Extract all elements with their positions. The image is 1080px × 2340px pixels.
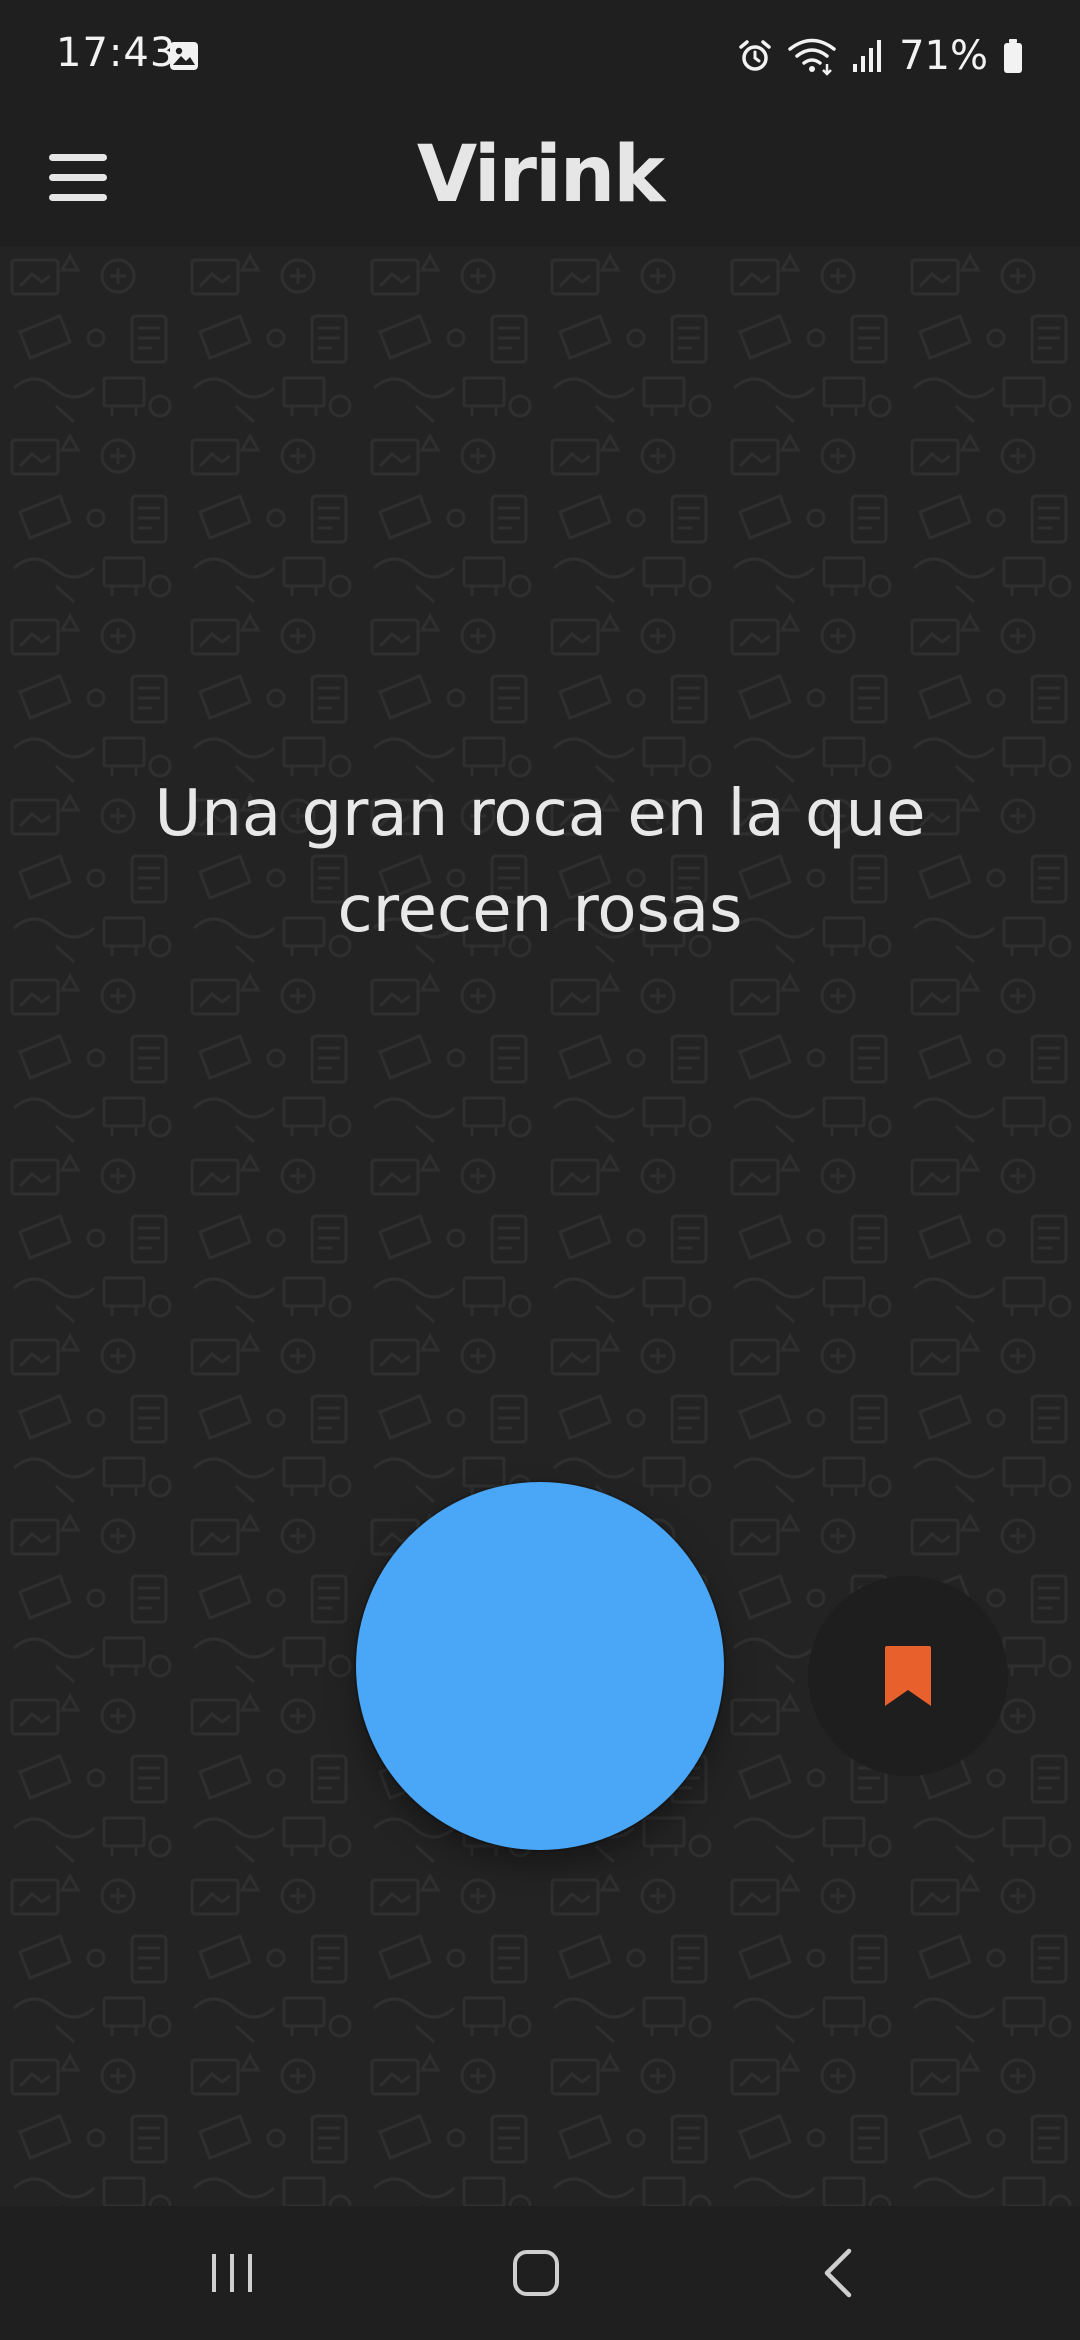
bookmark-icon (885, 1646, 931, 1706)
status-icons: 71% (737, 28, 1024, 84)
back-icon (824, 2248, 852, 2298)
wifi-icon (788, 38, 836, 76)
gallery-icon (170, 42, 198, 70)
main-content: Una gran roca en la que crecen rosas (0, 246, 1080, 2206)
system-nav-bar (0, 2206, 1080, 2340)
home-icon (513, 2250, 559, 2296)
doodle-background-pattern (0, 246, 1080, 2206)
status-time: 17:43 (56, 30, 177, 76)
alarm-icon (739, 40, 771, 71)
app-bar: Virink (0, 110, 1080, 246)
battery-icon (1004, 39, 1022, 73)
prompt-text: Una gran roca en la que crecen rosas (154, 777, 926, 947)
app-title: Virink (416, 130, 665, 220)
status-bar: 17:43 71% (0, 0, 1080, 110)
back-button[interactable] (758, 2206, 918, 2340)
recent-apps-button[interactable] (152, 2206, 312, 2340)
home-button[interactable] (456, 2206, 616, 2340)
battery-percent: 71% (899, 33, 988, 79)
app-screen: 17:43 71% Virink Una gran roca en la que… (0, 0, 1080, 2340)
record-button[interactable] (356, 1482, 724, 1850)
bookmark-button[interactable] (808, 1576, 1008, 1776)
recent-apps-icon (212, 2254, 252, 2292)
signal-icon (853, 40, 882, 72)
